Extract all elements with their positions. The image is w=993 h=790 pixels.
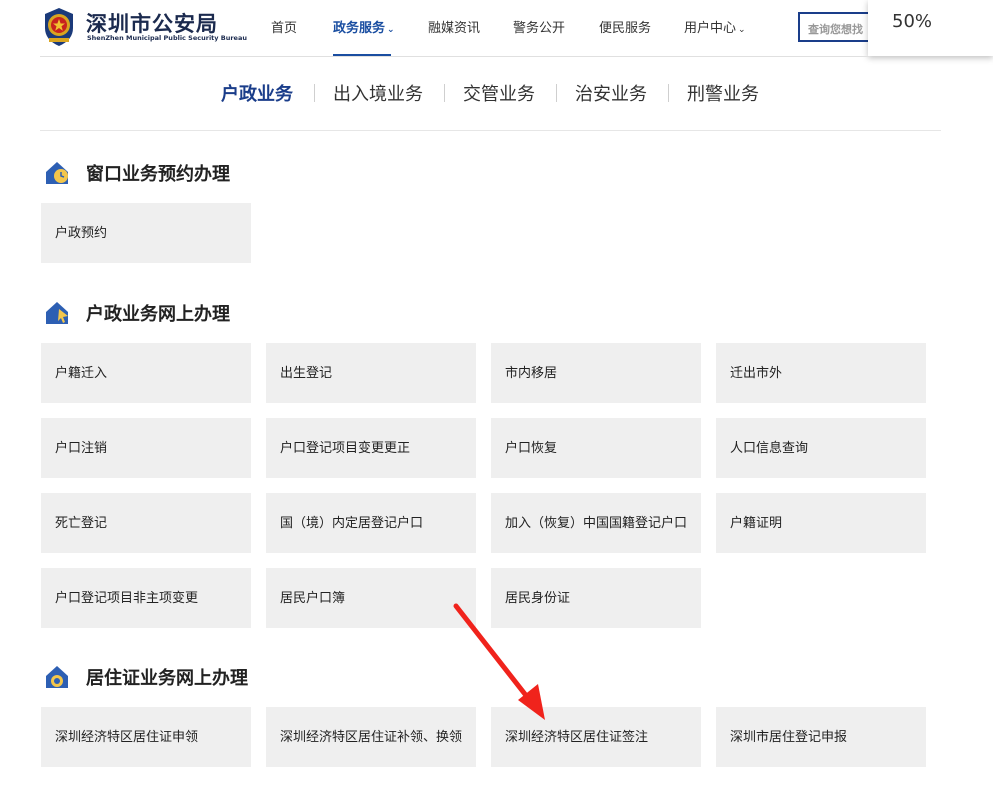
house-card-icon [46,666,68,688]
chevron-down-icon: ⌄ [387,25,395,35]
zoom-level-popup: 50% [868,0,993,56]
zoom-level: 50% [892,11,933,32]
chevron-down-icon: ⌄ [738,25,746,35]
section-title-residence-permit: 居住证业务网上办理 [86,668,248,689]
service-card[interactable]: 户口恢复 [491,418,701,478]
service-card[interactable]: 迁出市外 [716,343,926,403]
clock-house-icon [46,162,68,184]
service-card-residence-permit-endorsement[interactable]: 深圳经济特区居住证签注 [491,707,701,767]
tab-entry-exit[interactable]: 出入境业务 [333,80,423,106]
service-card[interactable]: 市内移居 [491,343,701,403]
tab-separator [444,84,445,102]
section-title-appointment: 窗口业务预约办理 [86,164,230,185]
tab-public-security[interactable]: 治安业务 [575,80,647,106]
service-card[interactable]: 户籍证明 [716,493,926,553]
service-card[interactable]: 居民身份证 [491,568,701,628]
service-card[interactable]: 户政预约 [41,203,251,263]
service-card[interactable]: 死亡登记 [41,493,251,553]
tab-separator [556,84,557,102]
service-card[interactable]: 出生登记 [266,343,476,403]
nav-government-services[interactable]: 政务服务 ⌄ [333,17,395,36]
service-card[interactable]: 户籍迁入 [41,343,251,403]
nav-home[interactable]: 首页 [271,17,297,36]
tab-separator [314,84,315,102]
service-card[interactable]: 户口登记项目非主项变更 [41,568,251,628]
service-card[interactable]: 户口登记项目变更更正 [266,418,476,478]
service-card[interactable]: 深圳经济特区居住证申领 [41,707,251,767]
nav-user-center[interactable]: 用户中心 ⌄ [684,17,746,36]
service-card[interactable]: 居民户口簿 [266,568,476,628]
tab-traffic[interactable]: 交管业务 [463,80,535,106]
tabs-divider [40,130,941,131]
search-input[interactable]: 查询您想找 [798,12,878,42]
tab-criminal[interactable]: 刑警业务 [687,80,759,106]
service-card[interactable]: 深圳经济特区居住证补领、换领 [266,707,476,767]
site-header: 深圳市公安局 ShenZhen Municipal Public Securit… [0,0,993,57]
section-title-household-online: 户政业务网上办理 [86,304,230,325]
tab-separator [668,84,669,102]
service-card[interactable]: 深圳市居住登记申报 [716,707,926,767]
nav-user-center-label: 用户中心 [684,21,737,36]
nav-media-news[interactable]: 融媒资讯 [428,17,480,36]
house-cursor-icon [46,302,68,324]
site-subtitle: ShenZhen Municipal Public Security Burea… [87,34,247,42]
tab-household[interactable]: 户政业务 [221,80,293,106]
service-card[interactable]: 人口信息查询 [716,418,926,478]
nav-government-services-label: 政务服务 [333,21,386,36]
header-divider [40,56,870,57]
service-card[interactable]: 加入（恢复）中国国籍登记户口 [491,493,701,553]
police-emblem-logo[interactable] [40,6,78,48]
service-card[interactable]: 国（境）内定居登记户口 [266,493,476,553]
nav-police-affairs[interactable]: 警务公开 [513,17,565,36]
nav-convenience-services[interactable]: 便民服务 [599,17,651,36]
service-card[interactable]: 户口注销 [41,418,251,478]
